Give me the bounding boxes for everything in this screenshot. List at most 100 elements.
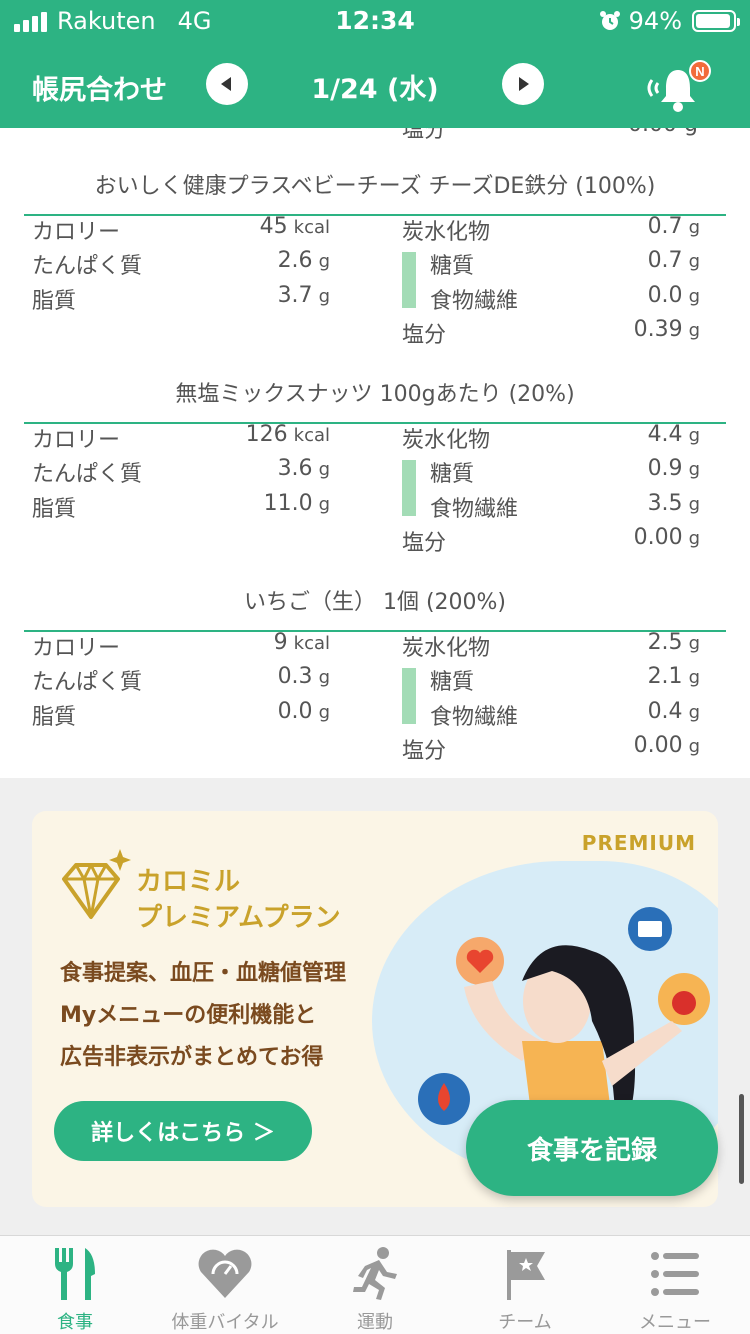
record-meal-button[interactable]: 食事を記録	[466, 1100, 718, 1196]
scrollbar[interactable]	[739, 1094, 744, 1184]
calorie-value: 45	[259, 214, 288, 239]
sugar-value: 0.7	[647, 248, 683, 273]
calorie-label: カロリー	[32, 636, 121, 661]
calorie-row: カロリー 45 kcal	[32, 214, 330, 248]
unit: g	[318, 251, 330, 272]
carb-value: 2.5	[647, 630, 683, 655]
calorie-label: カロリー	[32, 428, 121, 453]
carb-row: 炭水化物 2.5 g	[402, 630, 700, 664]
carb-label: 炭水化物	[402, 220, 491, 245]
fiber-label: 食物繊維	[430, 497, 519, 522]
unit: g	[688, 736, 700, 757]
fiber-row: 食物繊維 0.0 g	[402, 283, 700, 317]
feature-line: 広告非表示がまとめてお得	[60, 1045, 324, 1070]
protein-value: 0.3	[277, 664, 313, 689]
page-title: 帳尻合わせ	[32, 75, 167, 106]
next-day-button[interactable]	[502, 63, 544, 105]
protein-value: 2.6	[277, 248, 313, 273]
sugar-value: 0.9	[647, 456, 683, 481]
fat-row: 脂質 0.0 g	[32, 699, 330, 733]
carb-label: 炭水化物	[402, 636, 491, 661]
triangle-left-icon	[221, 77, 231, 91]
salt-label: 塩分	[402, 739, 447, 764]
tab-menu[interactable]: メニュー	[600, 1236, 750, 1334]
fiber-label: 食物繊維	[430, 289, 519, 314]
fat-label: 脂質	[32, 497, 77, 522]
fiber-row: 食物繊維 3.5 g	[402, 491, 700, 525]
diamond-icon	[62, 849, 131, 919]
top-bar: Rakuten 4G 12:34 94% 帳尻合わせ 1/24 (水) N	[0, 0, 750, 128]
food-item[interactable]: いちご（生） 1個 (200%) カロリー 9 kcal たんぱく質 0.3 g 脂質 0…	[0, 584, 750, 778]
unit: g	[688, 459, 700, 480]
tab-weight-vital[interactable]: 体重バイタル	[150, 1236, 300, 1334]
unit: g	[688, 528, 700, 549]
protein-label: たんぱく質	[32, 462, 143, 487]
tab-label: 食事	[57, 1312, 93, 1333]
protein-label: たんぱく質	[32, 670, 143, 695]
fat-row: 脂質 11.0 g	[32, 491, 330, 525]
calorie-value: 126	[245, 422, 288, 447]
clipped-salt-row: 塩分 0.00 g	[0, 128, 750, 143]
tab-label: 体重バイタル	[171, 1312, 279, 1333]
salt-label: 塩分	[402, 323, 447, 348]
unit: g	[318, 286, 330, 307]
salt-row: 塩分 0.00 g	[402, 525, 700, 559]
unit: g	[688, 320, 700, 341]
previous-day-button[interactable]	[206, 63, 248, 105]
fat-label: 脂質	[32, 705, 77, 730]
unit: g	[688, 286, 700, 307]
salt-row: 塩分 0.39 g	[402, 317, 700, 351]
unit: g	[318, 494, 330, 515]
unit: g	[688, 494, 700, 515]
protein-label: たんぱく質	[32, 254, 143, 279]
unit: g	[318, 702, 330, 723]
list-icon	[651, 1252, 699, 1296]
unit: g	[318, 667, 330, 688]
fat-label: 脂質	[32, 289, 77, 314]
food-item[interactable]: おいしく健康プラスベビーチーズ チーズDE鉄分 (100%) カロリー 45 kca…	[0, 168, 750, 368]
unit: g	[318, 459, 330, 480]
unit: kcal	[293, 425, 330, 446]
calorie-row: カロリー 126 kcal	[32, 422, 330, 456]
protein-row: たんぱく質 2.6 g	[32, 248, 330, 282]
calorie-value: 9	[273, 630, 288, 655]
fiber-value: 3.5	[647, 491, 683, 516]
food-item[interactable]: 無塩ミックスナッツ 100gあたり (20%) カロリー 126 kcal たんぱく…	[0, 376, 750, 576]
learn-more-button[interactable]: 詳しくはこちら ＞	[54, 1101, 312, 1161]
unit: g	[688, 702, 700, 723]
plan-name: プレミアムプラン	[136, 903, 341, 933]
tab-label: 運動	[357, 1312, 393, 1333]
sugar-row: 糖質 2.1 g	[402, 664, 700, 698]
feature-line: 食事提案、血圧・血糖値管理	[60, 961, 347, 986]
tab-team[interactable]: チーム	[450, 1236, 600, 1334]
carb-label: 炭水化物	[402, 428, 491, 453]
salt-value: 0.00	[633, 733, 683, 758]
salt-value: 0.00 g	[628, 128, 698, 137]
carb-row: 炭水化物 0.7 g	[402, 214, 700, 248]
battery-icon	[692, 10, 740, 32]
unit: g	[688, 667, 700, 688]
fiber-row: 食物繊維 0.4 g	[402, 699, 700, 733]
calorie-label: カロリー	[32, 220, 121, 245]
nutrition-list[interactable]: 塩分 0.00 g おいしく健康プラスベビーチーズ チーズDE鉄分 (100%)…	[0, 128, 750, 778]
protein-value: 3.6	[277, 456, 313, 481]
notification-bell-icon[interactable]: N	[642, 60, 712, 116]
fork-knife-icon	[55, 1248, 95, 1300]
tab-label: チーム	[498, 1312, 552, 1333]
protein-row: たんぱく質 3.6 g	[32, 456, 330, 490]
tab-meal[interactable]: 食事	[0, 1236, 150, 1334]
salt-value: 0.39	[633, 317, 683, 342]
feature-line: Myメニューの便利機能と	[60, 1003, 317, 1028]
current-date[interactable]: 1/24 (水)	[260, 67, 490, 106]
fat-row: 脂質 3.7 g	[32, 283, 330, 317]
sugar-row: 糖質 0.7 g	[402, 248, 700, 282]
salt-label: 塩分	[402, 128, 447, 143]
tab-exercise[interactable]: 運動	[300, 1236, 450, 1334]
calorie-row: カロリー 9 kcal	[32, 630, 330, 664]
fiber-value: 0.4	[647, 699, 683, 724]
fiber-label: 食物繊維	[430, 705, 519, 730]
fat-value: 11.0	[263, 491, 313, 516]
carb-value: 4.4	[647, 422, 683, 447]
salt-value: 0.00	[633, 525, 683, 550]
carb-value: 0.7	[647, 214, 683, 239]
